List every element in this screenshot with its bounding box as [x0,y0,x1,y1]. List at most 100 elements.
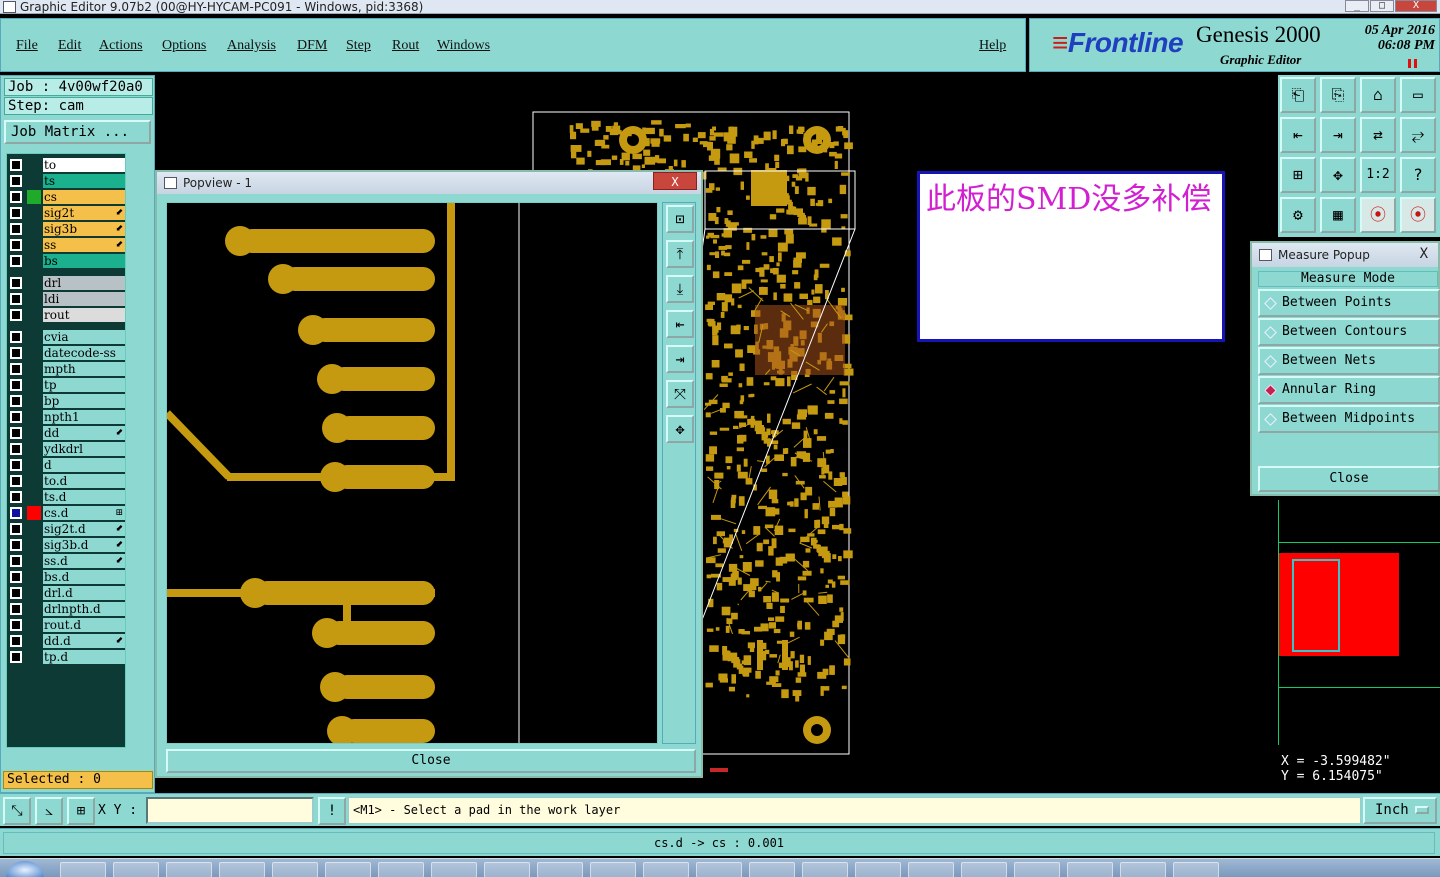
layer-name[interactable]: ss.d ⬋ [43,554,125,568]
layer-row-sig2t[interactable]: sig2t ⬋ [7,206,127,220]
taskbar-app-icon[interactable] [1173,862,1219,877]
layer-row-sig3b[interactable]: sig3b ⬋ [7,222,127,236]
overview-viewport[interactable] [1292,559,1340,652]
swap-icon[interactable]: ⥂ [1400,117,1436,153]
window-icon[interactable]: ▭ [1400,77,1436,113]
layer-red-alt-icon[interactable]: ⦿ [1400,197,1436,233]
layer-checkbox[interactable] [10,255,22,267]
layer-name[interactable]: drl [43,276,125,290]
layer-row-dd-d[interactable]: dd.d ⬋ [7,634,127,648]
layer-row-ldi[interactable]: ldi [7,292,127,306]
menu-step[interactable]: Step [346,38,371,54]
taskbar-app-icon[interactable] [537,862,583,877]
menu-rout[interactable]: Rout [392,38,419,54]
layer-name[interactable]: datecode-ss [43,346,125,360]
layer-name[interactable]: tp.d [43,650,125,664]
measure-annular-ring[interactable]: Annular Ring [1258,376,1440,404]
layer-name[interactable]: sig2t ⬋ [43,206,125,220]
layer-name[interactable]: bp [43,394,125,408]
taskbar-app-icon[interactable] [643,862,689,877]
layer-checkbox[interactable] [10,523,22,535]
layer-name[interactable]: bs [43,254,125,268]
layer-checkbox[interactable] [10,159,22,171]
fit-icon[interactable]: ⊞ [1280,157,1316,193]
layer-name[interactable]: drl.d [43,586,125,600]
layer-checkbox[interactable] [10,411,22,423]
measure-between-nets[interactable]: Between Nets [1258,347,1440,375]
layer-name[interactable]: cs.d ⊞ [43,506,125,520]
clipboard-up-icon[interactable]: ⎗ [1280,77,1316,113]
layer-checkbox[interactable] [10,347,22,359]
grid-snap-icon[interactable]: ⊞ [67,797,95,825]
snap-icon[interactable]: ⦣ [35,797,63,825]
layer-checkbox[interactable] [10,363,22,375]
menu-analysis[interactable]: Analysis [227,38,276,54]
pan-left-icon[interactable]: ⇤ [666,310,694,338]
layer-checkbox[interactable] [10,619,22,631]
taskbar-app-icon[interactable] [60,862,106,877]
menu-windows[interactable]: Windows [437,38,490,54]
layer-name[interactable]: sig3b ⬋ [43,222,125,236]
menu-help[interactable]: Help [979,38,1006,54]
layer-name[interactable]: sig2t.d ⬋ [43,522,125,536]
layer-row-to-d[interactable]: to.d [7,474,127,488]
zoom-out-icon[interactable]: ⤓ [666,275,694,303]
layer-checkbox[interactable] [10,293,22,305]
measure-close-x[interactable]: X [1420,243,1428,265]
layer-row-drlnpth-d[interactable]: drlnpth.d [7,602,127,616]
layer-name[interactable]: mpth [43,362,125,376]
overview-map[interactable] [1278,500,1440,745]
layer-row-sig3b-d[interactable]: sig3b.d ⬋ [7,538,127,552]
taskbar-app-icon[interactable] [378,862,424,877]
layer-row-drl-d[interactable]: drl.d [7,586,127,600]
pan-left-icon[interactable]: ⇤ [1280,117,1316,153]
popview-zoom-view[interactable] [164,203,657,746]
layer-name[interactable]: ts [43,174,125,188]
measure-icon[interactable]: ⤡ [3,797,31,825]
layer-checkbox[interactable] [10,491,22,503]
layer-row-cvia[interactable]: cvia [7,330,127,344]
layer-checkbox[interactable] [10,651,22,663]
zoom-icon[interactable]: ✥ [1320,157,1356,193]
taskbar-app-icon[interactable] [696,862,742,877]
layer-checkbox[interactable] [10,603,22,615]
layer-checkbox[interactable] [10,207,22,219]
layer-name[interactable]: to [43,158,125,172]
layer-checkbox[interactable] [10,571,22,583]
layer-row-ts-d[interactable]: ts.d [7,490,127,504]
layer-row-ts[interactable]: ts [7,174,127,188]
taskbar-app-icon[interactable] [961,862,1007,877]
layer-row-sig2t-d[interactable]: sig2t.d ⬋ [7,522,127,536]
maximize-button[interactable]: □ [1370,0,1394,12]
measure-between-contours[interactable]: Between Contours [1258,318,1440,346]
taskbar-app-icon[interactable] [113,862,159,877]
help-icon[interactable]: ? [1400,157,1436,193]
mirror-icon[interactable]: ⇄ [1360,117,1396,153]
measure-close-button[interactable]: Close [1258,466,1440,492]
layer-checkbox[interactable] [10,635,22,647]
taskbar-app-icon[interactable] [590,862,636,877]
popview-close-x[interactable]: X [653,172,697,190]
grid-icon[interactable]: ▦ [1320,197,1356,233]
fit-icon[interactable]: ⤧ [666,380,694,408]
menu-file[interactable]: File [16,38,38,54]
measure-between-midpoints[interactable]: Between Midpoints [1258,405,1440,433]
center-icon[interactable]: ✥ [666,415,694,443]
layer-checkbox[interactable] [10,277,22,289]
layer-name[interactable]: cs [43,190,125,204]
layer-checkbox[interactable] [10,587,22,599]
taskbar-app-icon[interactable] [802,862,848,877]
layer-name[interactable]: ts.d [43,490,125,504]
layer-row-rout-d[interactable]: rout.d [7,618,127,632]
layer-name[interactable]: d [43,458,125,472]
xy-input[interactable] [146,797,314,824]
layer-name[interactable]: dd ⬋ [43,426,125,440]
layer-row-npth1[interactable]: npth1 [7,410,127,424]
layer-row-dd[interactable]: dd ⬋ [7,426,127,440]
taskbar-app-icon[interactable] [1014,862,1060,877]
taskbar-app-icon[interactable] [166,862,212,877]
clipboard-down-icon[interactable]: ⎘ [1320,77,1356,113]
layer-checkbox[interactable] [10,507,22,519]
layer-checkbox[interactable] [10,555,22,567]
job-matrix-button[interactable]: Job Matrix ... [4,120,151,144]
